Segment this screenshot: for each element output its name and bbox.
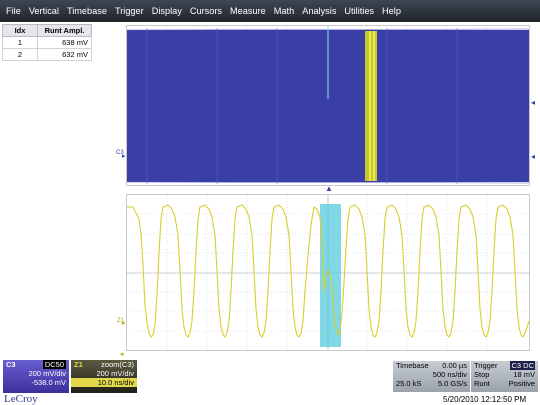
z1-left-arrow-icon[interactable]: ◂ bbox=[120, 350, 124, 358]
timebase-div: 500 ns/div bbox=[432, 370, 467, 379]
trigger-descriptor[interactable]: Trigger C3 DC Stop 18 mV Runt Positive bbox=[471, 361, 538, 392]
timebase-label: Timebase bbox=[396, 361, 429, 370]
c3-trace-canvas bbox=[126, 26, 530, 185]
right-level-marker-icon[interactable]: ◂ bbox=[531, 152, 535, 161]
menu-help[interactable]: Help bbox=[378, 6, 405, 16]
menu-timebase[interactable]: Timebase bbox=[63, 6, 111, 16]
row-idx: 1 bbox=[2, 36, 38, 49]
menu-analysis[interactable]: Analysis bbox=[298, 6, 340, 16]
menu-measure[interactable]: Measure bbox=[226, 6, 270, 16]
c3-channel-descriptor[interactable]: C3 DC50 200 mV/div -538.0 mV bbox=[3, 360, 69, 393]
z1-zoom-descriptor[interactable]: Z1 zoom(C3) 200 mV/div 10.0 ns/div bbox=[71, 360, 137, 393]
menu-cursors[interactable]: Cursors bbox=[186, 6, 226, 16]
trigger-slope: Positive bbox=[508, 379, 535, 388]
trigger-position-marker-icon[interactable]: ▲ bbox=[325, 184, 333, 193]
c3-name: C3 bbox=[6, 360, 16, 369]
row-value: 638 mV bbox=[37, 36, 92, 49]
lecroy-logo: LeCroy bbox=[4, 393, 38, 405]
trigger-mode: Stop bbox=[474, 370, 490, 379]
menu-utilities[interactable]: Utilities bbox=[340, 6, 378, 16]
trigger-label: Trigger bbox=[474, 361, 498, 370]
c3-scale: 200 mV/div bbox=[28, 369, 66, 378]
menu-vertical[interactable]: Vertical bbox=[25, 6, 63, 16]
status-bar: C3 DC50 200 mV/div -538.0 mV Z1 zoom(C3) 2… bbox=[0, 360, 540, 405]
menu-bar: File Vertical Timebase Trigger Display C… bbox=[0, 0, 540, 22]
c3-ground-marker-icon[interactable]: ▸ bbox=[122, 152, 126, 160]
timebase-samples: 25.0 kS bbox=[396, 379, 422, 388]
trigger-channel: C3 DC bbox=[510, 361, 535, 370]
timebase-delay: 0.00 µs bbox=[442, 361, 467, 370]
timestamp: 5/20/2010 12:12:50 PM bbox=[443, 395, 527, 404]
timebase-descriptor[interactable]: Timebase 0.00 µs 500 ns/div 25.0 kS 5.0 GS… bbox=[393, 361, 470, 392]
menu-trigger[interactable]: Trigger bbox=[111, 6, 148, 16]
z1-ground-marker-icon[interactable]: ▸ bbox=[122, 319, 126, 327]
z1-name: Z1 bbox=[74, 360, 83, 369]
table-row[interactable]: 2 632 mV bbox=[2, 48, 92, 61]
table-header-idx: Idx bbox=[2, 24, 38, 37]
trigger-type: Runt bbox=[474, 379, 490, 388]
right-level-marker-icon[interactable]: ◂ bbox=[531, 98, 535, 107]
z1-source: zoom(C3) bbox=[101, 360, 134, 369]
table-header-runt-ampl: Runt Ampl. bbox=[37, 24, 92, 37]
runt-measure-table: Idx Runt Ampl. 1 638 mV 2 632 mV bbox=[2, 24, 92, 61]
c3-coupling: DC50 bbox=[42, 360, 66, 369]
z1-zoom-trace-grid[interactable] bbox=[126, 194, 530, 351]
z1-trace-canvas bbox=[127, 195, 530, 350]
row-idx: 2 bbox=[2, 48, 38, 61]
c3-offset: -538.0 mV bbox=[31, 378, 66, 387]
table-row[interactable]: 1 638 mV bbox=[2, 36, 92, 49]
timebase-rate: 5.0 GS/s bbox=[437, 379, 467, 388]
z1-time: 10.0 ns/div bbox=[97, 378, 134, 387]
menu-display[interactable]: Display bbox=[148, 6, 186, 16]
trigger-level: 18 mV bbox=[513, 370, 535, 379]
c3-trace-grid[interactable] bbox=[126, 25, 530, 186]
menu-file[interactable]: File bbox=[0, 6, 25, 16]
row-value: 632 mV bbox=[37, 48, 92, 61]
menu-math[interactable]: Math bbox=[270, 6, 298, 16]
z1-scale: 200 mV/div bbox=[96, 369, 134, 378]
